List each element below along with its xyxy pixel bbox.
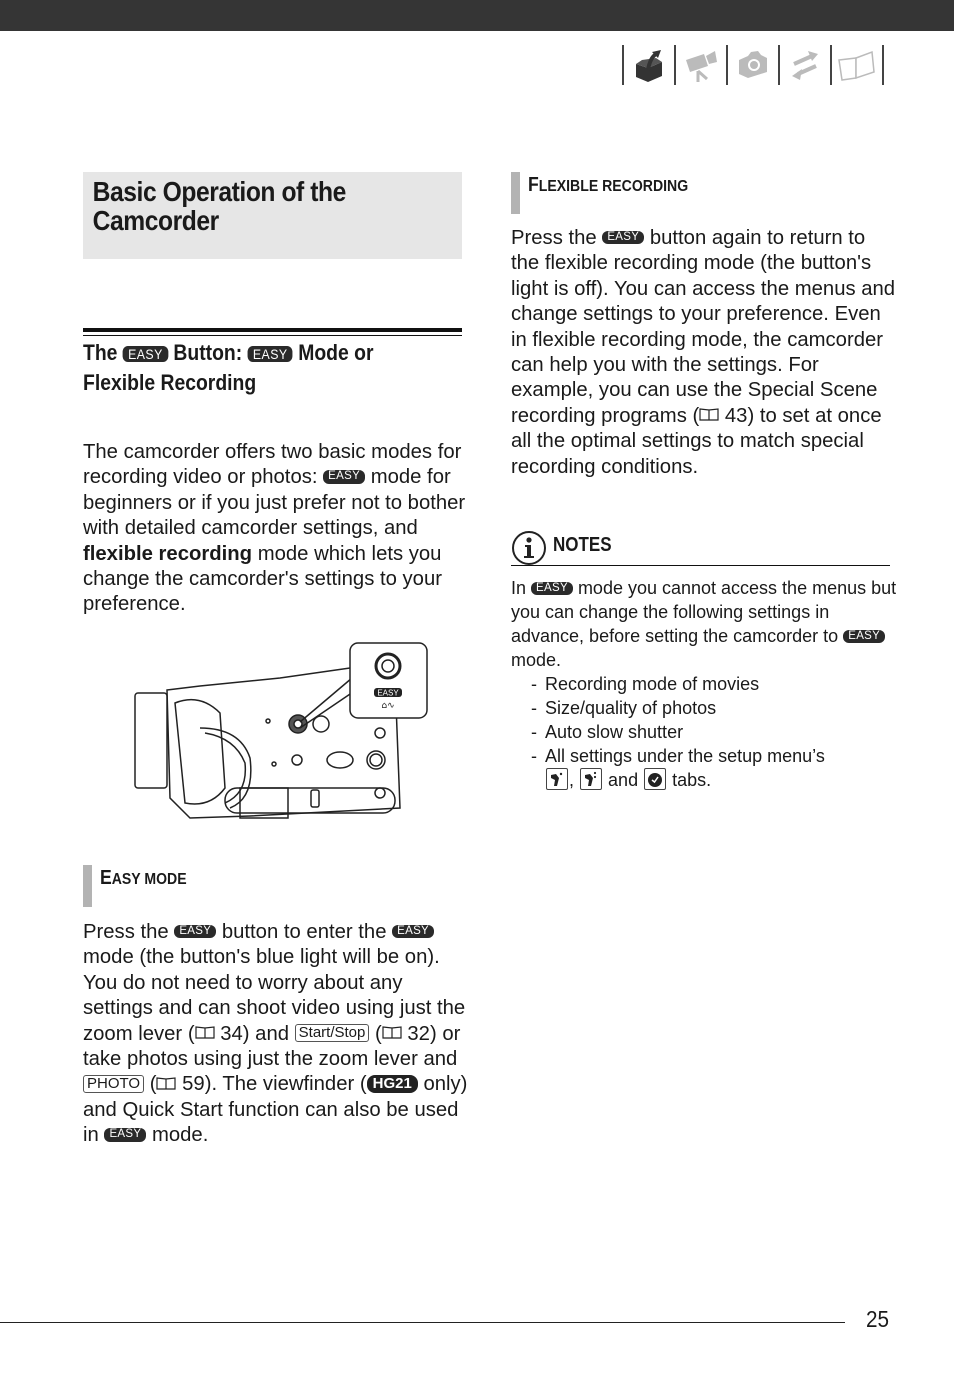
subheading-text: Flexible Recording bbox=[83, 370, 257, 395]
text: In bbox=[511, 578, 527, 598]
footer-rule bbox=[0, 1322, 845, 1323]
text: mode. bbox=[511, 650, 562, 670]
heading-rest: LEXIBLE RECORDING bbox=[538, 178, 689, 195]
easy-badge: EASY bbox=[323, 470, 366, 484]
list-item: - Recording mode of movies bbox=[531, 674, 760, 694]
flexible-recording-paragraph: Press the EASY button again to return to… bbox=[511, 226, 896, 480]
page-number: 25 bbox=[866, 1306, 890, 1332]
info-icon bbox=[512, 531, 546, 565]
easy-badge: EASY bbox=[602, 230, 645, 245]
notes-label: NOTES bbox=[553, 534, 612, 556]
book-ref-icon bbox=[156, 1077, 177, 1090]
notes-body: In EASY mode you cannot access the menus… bbox=[511, 576, 901, 792]
list-item: - Auto slow shutter bbox=[531, 722, 684, 742]
book-ref-icon bbox=[194, 1026, 215, 1039]
heading-text: EASY MODE bbox=[100, 867, 187, 890]
text: mode. bbox=[151, 1124, 209, 1147]
camcorder-illustration: EASY ⌂∿ bbox=[130, 638, 430, 823]
list-item: - All settings under the setup menu’s bbox=[531, 746, 825, 766]
easy-badge: EASY bbox=[122, 346, 169, 363]
heading-rest: ASY MODE bbox=[111, 871, 187, 888]
easy-badge: EASY bbox=[174, 924, 217, 939]
title-box: Basic Operation of the Camcorder bbox=[83, 172, 462, 259]
page-ref[interactable]: 32 bbox=[407, 1023, 430, 1045]
video-camera-icon bbox=[686, 51, 717, 82]
subheading-text: Button: bbox=[173, 340, 243, 365]
text: button again to return to the flexible r… bbox=[511, 227, 896, 427]
list-item-text: All settings under the setup menu’s bbox=[545, 746, 825, 766]
subheading: The EASY Button: EASY Mode or Flexible R… bbox=[83, 338, 435, 398]
box-arrow-icon bbox=[636, 50, 662, 82]
svg-text:⌂∿: ⌂∿ bbox=[381, 701, 394, 711]
clock-tab-icon bbox=[644, 768, 667, 791]
easy-badge: EASY bbox=[104, 1128, 147, 1142]
page-ref[interactable]: 43 bbox=[725, 405, 748, 427]
camcorder-drawing: EASY ⌂∿ bbox=[134, 642, 428, 819]
intro-paragraph: The camcorder offers two basic modes for… bbox=[83, 440, 468, 618]
notes-paragraph: In EASY mode you cannot access the menus… bbox=[511, 576, 901, 672]
tab-external[interactable] bbox=[780, 45, 830, 85]
text: , bbox=[569, 770, 575, 790]
text: Press the bbox=[511, 227, 597, 249]
setup-tab-2-icon bbox=[580, 768, 603, 791]
hg21-model-badge: HG21 bbox=[366, 1075, 418, 1094]
tab-additional-info[interactable] bbox=[832, 45, 882, 85]
text: ( bbox=[375, 1022, 382, 1045]
start-stop-key: Start/Stop bbox=[294, 1024, 370, 1043]
text: tabs. bbox=[672, 770, 712, 790]
heading-bar bbox=[83, 865, 92, 907]
easy-badge: EASY bbox=[392, 924, 435, 939]
notes-header: NOTES bbox=[511, 530, 890, 566]
subheading-rule-thin bbox=[83, 335, 462, 336]
tab-photos[interactable] bbox=[728, 45, 778, 85]
book-icon bbox=[838, 50, 875, 81]
subheading-text: Mode or bbox=[298, 340, 374, 365]
list-item-text: Recording mode of movies bbox=[545, 674, 760, 694]
easy-badge: EASY bbox=[531, 581, 573, 595]
top-bar bbox=[0, 0, 954, 31]
heading-text: FLEXIBLE RECORDING bbox=[528, 174, 688, 197]
flexible-recording-heading: FLEXIBLE RECORDING bbox=[511, 172, 891, 214]
list-item: - Size/quality of photos bbox=[531, 698, 717, 718]
tab-preparations[interactable] bbox=[624, 45, 674, 85]
list-item-text: Auto slow shutter bbox=[545, 722, 684, 742]
easy-badge: EASY bbox=[247, 346, 293, 363]
page-title: Basic Operation of the Camcorder bbox=[92, 176, 347, 236]
easy-mode-paragraph: Press the EASY button to enter the EASY … bbox=[83, 920, 468, 1149]
text: ) and bbox=[242, 1022, 290, 1045]
text: button to enter the bbox=[221, 921, 387, 943]
callout-easy-label: EASY bbox=[377, 689, 399, 698]
tab-video[interactable] bbox=[676, 45, 726, 85]
page-ref[interactable]: 34 bbox=[220, 1023, 243, 1045]
photo-key: PHOTO bbox=[83, 1075, 145, 1094]
book-ref-icon bbox=[699, 408, 719, 422]
notes-list: - Recording mode of movies - Size/quality … bbox=[511, 672, 901, 792]
text: Press the bbox=[83, 921, 169, 943]
text: ). The viewfinder ( bbox=[204, 1073, 367, 1096]
book-ref-icon bbox=[382, 1026, 402, 1039]
heading-initial: E bbox=[100, 867, 112, 889]
subheading-text: The bbox=[83, 340, 118, 365]
easy-mode-heading: EASY MODE bbox=[83, 865, 463, 907]
heading-bar bbox=[511, 172, 520, 214]
page-ref[interactable]: 59 bbox=[182, 1073, 205, 1095]
setup-tab-1-icon bbox=[546, 768, 568, 791]
heading-initial: F bbox=[528, 174, 539, 196]
list-item-text: Size/quality of photos bbox=[545, 698, 717, 718]
tab-divider bbox=[882, 45, 884, 85]
text: ( bbox=[149, 1073, 157, 1096]
arrows-icon bbox=[792, 51, 818, 80]
subheading-rule-thick bbox=[83, 328, 462, 332]
list-item-tabs: , and tabs. bbox=[511, 768, 901, 792]
easy-badge: EASY bbox=[843, 629, 886, 643]
camera-icon bbox=[739, 51, 767, 78]
section-tabs bbox=[622, 45, 884, 85]
text: and bbox=[608, 770, 639, 790]
bold-term: flexible recording bbox=[83, 542, 253, 565]
